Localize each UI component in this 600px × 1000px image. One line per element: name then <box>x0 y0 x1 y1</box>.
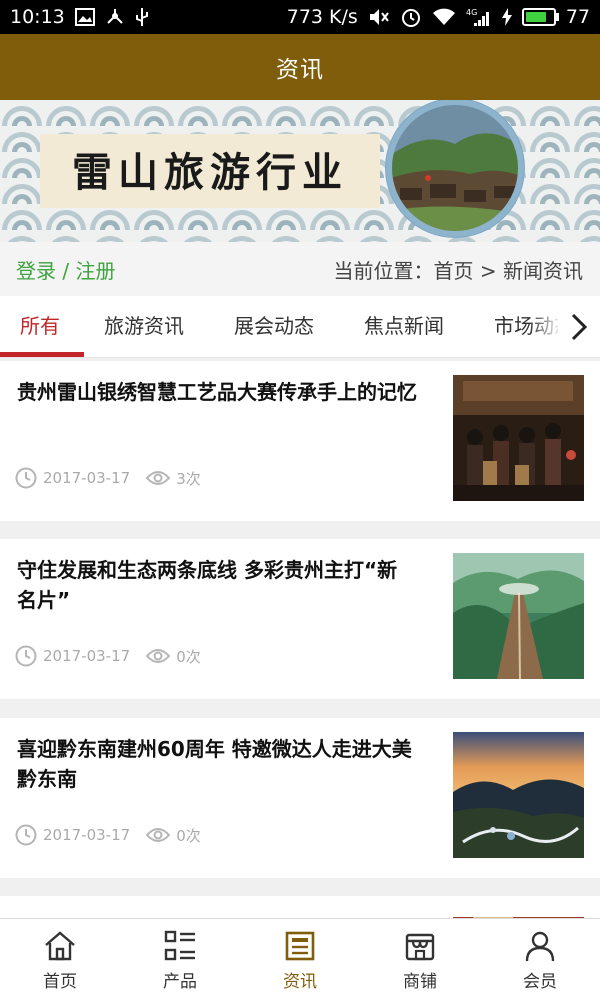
image-notification-icon <box>74 8 95 26</box>
store-icon <box>405 933 435 961</box>
news-date: 2017-03-17 <box>43 469 131 487</box>
breadcrumb: 当前位置：首页 > 新闻资讯 <box>333 258 583 283</box>
clock-icon <box>15 645 37 667</box>
nav-member-label: 会员 <box>523 972 557 992</box>
battery-icon <box>521 8 559 26</box>
news-meta: 2017-03-17 0次 <box>15 645 201 667</box>
nav-news-label: 资讯 <box>283 972 317 992</box>
banner-image: 雷山旅游行业 <box>0 100 600 242</box>
category-tabs: 所有 旅游资讯 展会动态 焦点新闻 市场动态 <box>0 296 600 358</box>
signal-icon: 4G <box>466 7 492 27</box>
news-thumbnail[interactable] <box>453 553 584 679</box>
performance-photo <box>453 375 584 501</box>
tab-travel-news[interactable]: 旅游资讯 <box>104 296 184 357</box>
svg-text:4G: 4G <box>466 8 477 17</box>
network-speed: 773 K/s <box>286 6 358 28</box>
alarm-icon <box>400 6 422 28</box>
tab-focus-news[interactable]: 焦点新闻 <box>364 296 444 357</box>
mute-icon <box>368 7 390 27</box>
banner[interactable]: 雷山旅游行业 <box>0 100 600 242</box>
nav-news[interactable]: 资讯 <box>240 919 360 1000</box>
nav-products-label: 产品 <box>163 972 197 992</box>
status-time: 10:13 <box>10 6 65 28</box>
news-views: 0次 <box>176 826 201 845</box>
home-icon <box>45 931 75 961</box>
status-bar: 10:13 773 K/s 4G 77 <box>0 0 600 34</box>
nav-stores[interactable]: 商铺 <box>360 919 480 1000</box>
nav-products[interactable]: 产品 <box>120 919 240 1000</box>
document-icon <box>285 931 315 961</box>
news-title[interactable]: 喜迎黔东南建州60周年 特邀微达人走进大美黔东南 <box>17 734 417 794</box>
wifi-icon <box>432 8 456 26</box>
news-item[interactable]: 喜迎黔东南建州60周年 特邀微达人走进大美黔东南 2017-03-17 0次 <box>0 718 600 878</box>
bottom-nav: 首页 产品 资讯 商铺 会员 <box>0 918 600 1000</box>
tabs-scroll-right-button[interactable] <box>558 296 600 357</box>
app-header: 资讯 <box>0 34 600 100</box>
news-views: 3次 <box>176 469 201 488</box>
nav-home-label: 首页 <box>43 972 77 992</box>
news-title[interactable]: 守住发展和生态两条底线 多彩贵州主打“新名片” <box>17 555 417 615</box>
user-icon <box>525 931 555 962</box>
battery-indicator: 77 <box>521 6 590 28</box>
bridge-aerial-photo <box>453 553 584 679</box>
eye-icon <box>146 828 171 842</box>
news-views: 0次 <box>176 647 201 666</box>
news-item[interactable]: 守住发展和生态两条底线 多彩贵州主打“新名片” 2017-03-17 0次 <box>0 539 600 699</box>
news-item[interactable] <box>0 896 600 918</box>
eye-icon <box>146 649 171 663</box>
news-thumbnail[interactable] <box>453 732 584 858</box>
usb-icon <box>135 6 149 28</box>
news-thumbnail[interactable] <box>453 375 584 501</box>
news-meta: 2017-03-17 3次 <box>15 467 201 489</box>
nav-member[interactable]: 会员 <box>480 919 600 1000</box>
active-tab-indicator <box>0 352 84 357</box>
clock-icon <box>15 467 37 489</box>
tab-exhibition[interactable]: 展会动态 <box>234 296 314 357</box>
banner-text: 雷山旅游行业 <box>72 149 348 196</box>
sunset-valley-photo <box>453 732 584 858</box>
user-bar: 登录 / 注册 当前位置：首页 > 新闻资讯 <box>0 242 600 296</box>
page-title: 资讯 <box>276 57 324 83</box>
clock-icon <box>15 824 37 846</box>
battery-level: 77 <box>565 6 590 28</box>
news-date: 2017-03-17 <box>43 647 131 665</box>
tab-all[interactable]: 所有 <box>20 296 60 357</box>
eye-icon <box>146 471 171 485</box>
nav-home[interactable]: 首页 <box>0 919 120 1000</box>
nav-stores-label: 商铺 <box>403 972 437 992</box>
charging-icon <box>501 8 512 26</box>
news-meta: 2017-03-17 0次 <box>15 824 201 846</box>
news-item[interactable]: 贵州雷山银绣智慧工艺品大赛传承手上的记忆 2017-03-17 3次 <box>0 361 600 521</box>
share-notification-icon <box>105 7 125 27</box>
news-date: 2017-03-17 <box>43 826 131 844</box>
login-register-link[interactable]: 登录 / 注册 <box>16 255 115 284</box>
chevron-right-icon <box>571 313 588 341</box>
news-title[interactable]: 贵州雷山银绣智慧工艺品大赛传承手上的记忆 <box>17 377 417 407</box>
news-thumbnail[interactable] <box>453 910 584 918</box>
grid-list-icon <box>164 930 195 961</box>
